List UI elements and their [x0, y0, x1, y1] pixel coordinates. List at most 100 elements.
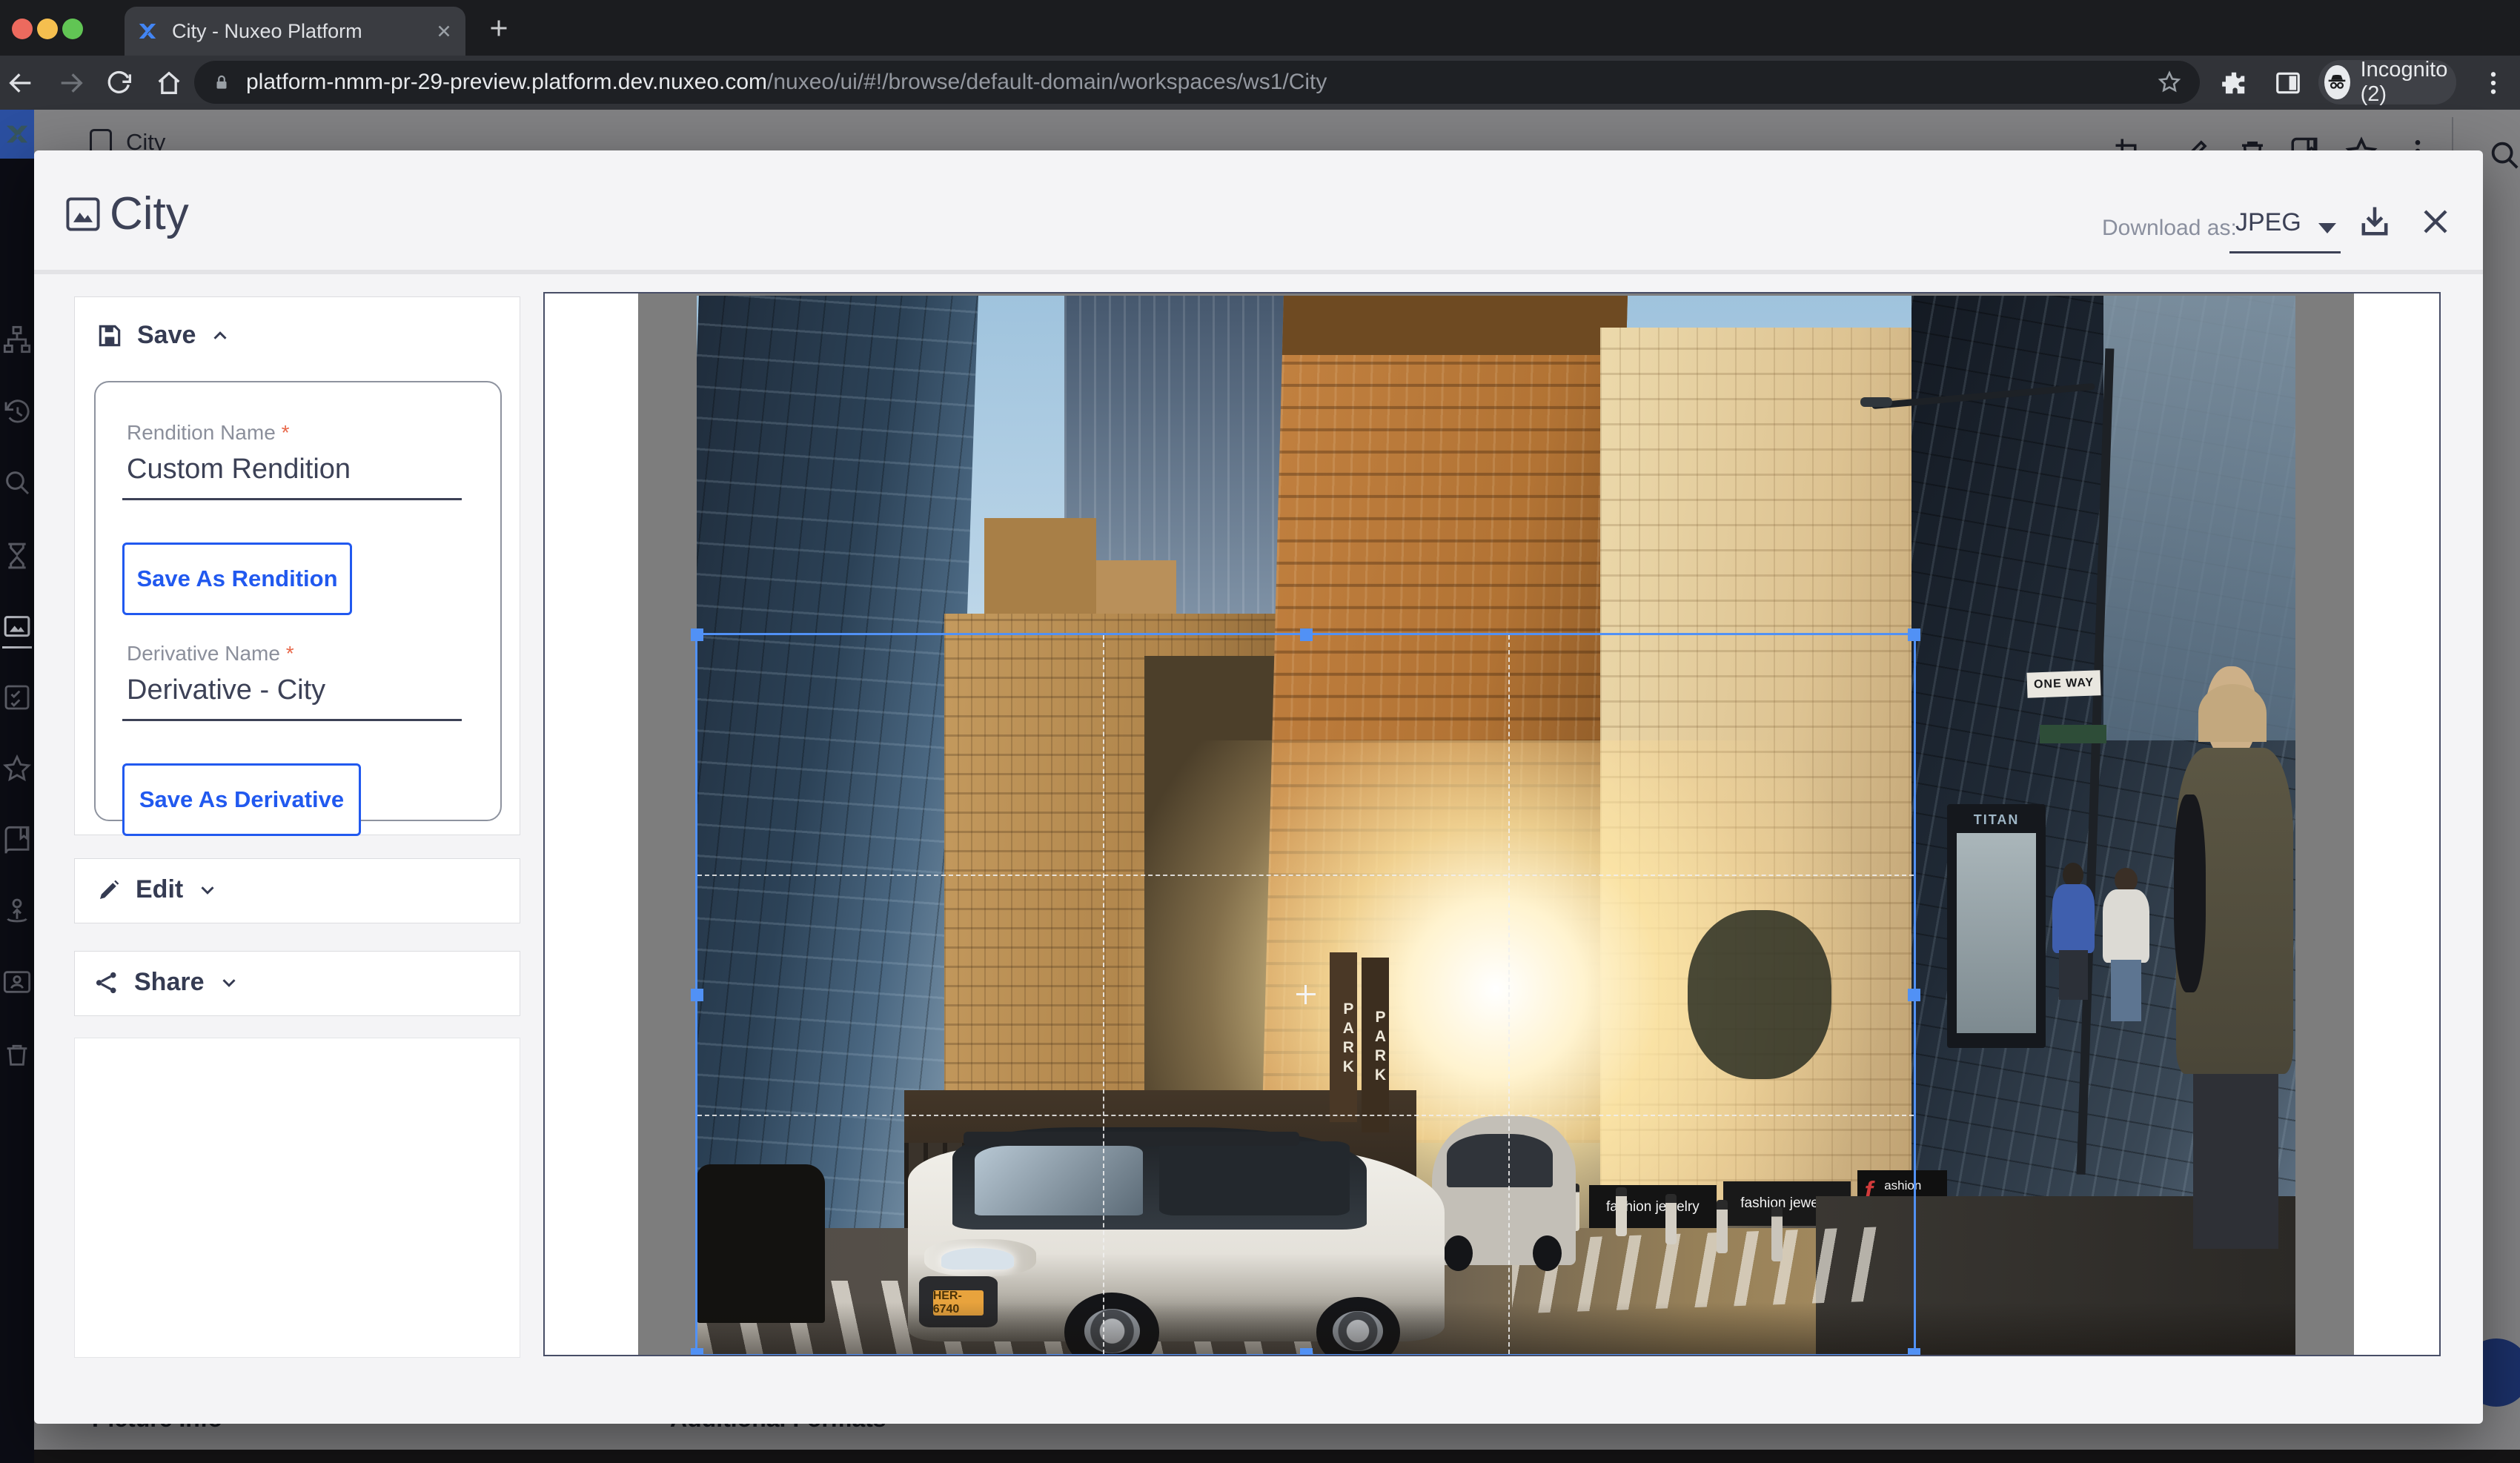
traffic-light-close[interactable]: [12, 19, 33, 39]
share-panel[interactable]: Share: [74, 951, 520, 1016]
reload-icon[interactable]: [105, 68, 135, 98]
chevron-down-icon-2: [218, 972, 240, 994]
save-section-header[interactable]: Save: [96, 321, 231, 350]
cropper-canvas: PARK PARK fashion jewelry fashion jewelr…: [638, 293, 2354, 1355]
pencil-icon: [96, 877, 122, 903]
crop-handle-w[interactable]: [691, 989, 703, 1001]
required-asterisk-2: *: [286, 642, 294, 665]
new-tab-icon[interactable]: [485, 15, 512, 42]
profile-card-icon: [2, 967, 32, 997]
derivative-name-input[interactable]: Derivative - City: [127, 674, 462, 719]
chevron-down-icon: [196, 879, 219, 901]
history-icon: [2, 397, 32, 427]
save-panel: Save Rendition Name * Custom Rendition S…: [74, 296, 520, 835]
save-form-card: Rendition Name * Custom Rendition Save A…: [94, 381, 502, 821]
home-icon[interactable]: [154, 68, 184, 98]
lock-icon: [212, 73, 231, 92]
sidebar-item-favorites[interactable]: [2, 754, 32, 783]
modal-header: City Download as: JPEG: [34, 150, 2483, 274]
forward-icon[interactable]: [56, 68, 86, 98]
edit-section-header: Edit: [96, 875, 219, 904]
browse-icon: [2, 325, 32, 354]
sidebar-item-tasks[interactable]: [2, 541, 32, 571]
sidebar-item-browse[interactable]: [2, 325, 32, 354]
thirds-line-v2: [1508, 635, 1510, 1354]
crop-box[interactable]: [695, 633, 1916, 1355]
incognito-badge[interactable]: Incognito (2): [2318, 60, 2456, 104]
share-icon: [93, 969, 121, 997]
format-select[interactable]: JPEG: [2229, 205, 2341, 253]
traffic-light-zoom[interactable]: [62, 19, 83, 39]
url-path: /nuxeo/ui/#!/browse/default-domain/works…: [767, 70, 1327, 94]
crop-center-cross-v: [1304, 985, 1307, 1004]
side-panel-icon[interactable]: [2274, 69, 2302, 97]
derivative-name-label: Derivative Name *: [127, 642, 294, 666]
crop-handle-se[interactable]: [1908, 1348, 1920, 1355]
sidebar-logo[interactable]: [0, 110, 34, 159]
browser-tab[interactable]: City - Nuxeo Platform: [125, 7, 465, 56]
crop-handle-ne[interactable]: [1908, 628, 1920, 641]
save-as-derivative-button[interactable]: Save As Derivative: [122, 763, 361, 836]
crop-handle-sw[interactable]: [691, 1348, 703, 1355]
preview-panel: PARK PARK fashion jewelry fashion jewelr…: [543, 292, 2441, 1356]
sidebar-item-collections[interactable]: [2, 825, 32, 855]
crop-handle-n[interactable]: [1300, 628, 1313, 641]
sidebar-item-publish[interactable]: [2, 896, 32, 926]
picture-title-icon: [64, 195, 102, 233]
tools-column-filler: [74, 1038, 520, 1358]
browser-menu-icon[interactable]: [2478, 68, 2508, 98]
share-section-header: Share: [93, 968, 240, 997]
thirds-line-v1: [1103, 635, 1104, 1354]
collections-book-icon: [2, 825, 32, 855]
download-as-label: Download as:: [2102, 216, 2237, 241]
required-asterisk: *: [282, 421, 290, 444]
save-as-rendition-button[interactable]: Save As Rendition: [122, 543, 352, 615]
incognito-label: Incognito (2): [2361, 58, 2450, 107]
street-name-sign: [2040, 725, 2107, 744]
traffic-light-minimize[interactable]: [37, 19, 58, 39]
search-icon: [2, 468, 32, 497]
edit-panel[interactable]: Edit: [74, 858, 520, 923]
sidebar-item-checklist[interactable]: [2, 683, 32, 712]
chevron-up-icon: [209, 325, 231, 347]
close-icon[interactable]: [2418, 204, 2453, 239]
thirds-line-h1: [697, 875, 1914, 876]
trash-icon: [2, 1040, 32, 1069]
browser-toolbar: platform-nmm-pr-29-preview.platform.dev.…: [0, 56, 2520, 110]
format-value: JPEG: [2235, 208, 2301, 237]
photo-lamp-head: [1860, 397, 1892, 407]
assets-icon: [2, 612, 32, 642]
header-rule: [34, 270, 2483, 274]
crop-handle-e[interactable]: [1908, 989, 1920, 1001]
extensions-icon[interactable]: [2220, 69, 2248, 97]
edit-section-label: Edit: [136, 875, 183, 904]
browser-frame: City - Nuxeo Platform: [0, 0, 2520, 56]
modal-title: City: [110, 188, 189, 240]
crop-handle-nw[interactable]: [691, 628, 703, 641]
sidebar-item-search[interactable]: [2, 468, 32, 497]
one-way-sign: ONE WAY: [2026, 671, 2100, 699]
tab-title: City - Nuxeo Platform: [172, 20, 434, 43]
sidebar-item-assets[interactable]: [2, 612, 32, 648]
back-icon[interactable]: [6, 68, 36, 98]
crop-handle-s[interactable]: [1300, 1348, 1313, 1355]
rendition-name-input[interactable]: Custom Rendition: [127, 454, 462, 498]
url-bar[interactable]: platform-nmm-pr-29-preview.platform.dev.…: [194, 61, 2200, 104]
publish-icon: [2, 896, 32, 926]
sidebar-item-user-profile[interactable]: [2, 967, 32, 997]
pedestrian-blue: [2049, 863, 2098, 1001]
rendition-name-value: Custom Rendition: [127, 454, 351, 485]
screen: City - Nuxeo Platform: [0, 0, 2520, 1463]
photo-woman: [2174, 666, 2295, 1249]
tab-close-icon[interactable]: [434, 21, 454, 41]
save-floppy-icon: [96, 322, 124, 350]
assets-active-underline: [2, 646, 32, 648]
checklist-icon: [2, 683, 32, 712]
app-sidebar: [0, 110, 34, 1463]
bookmark-star-icon[interactable]: [2157, 70, 2182, 95]
sidebar-item-recently-viewed[interactable]: [2, 397, 32, 427]
download-icon[interactable]: [2355, 202, 2394, 241]
sidebar-item-trash[interactable]: [2, 1040, 32, 1069]
nuxeo-favicon: [136, 20, 159, 42]
pedestrian-white-tee: [2100, 868, 2152, 1021]
